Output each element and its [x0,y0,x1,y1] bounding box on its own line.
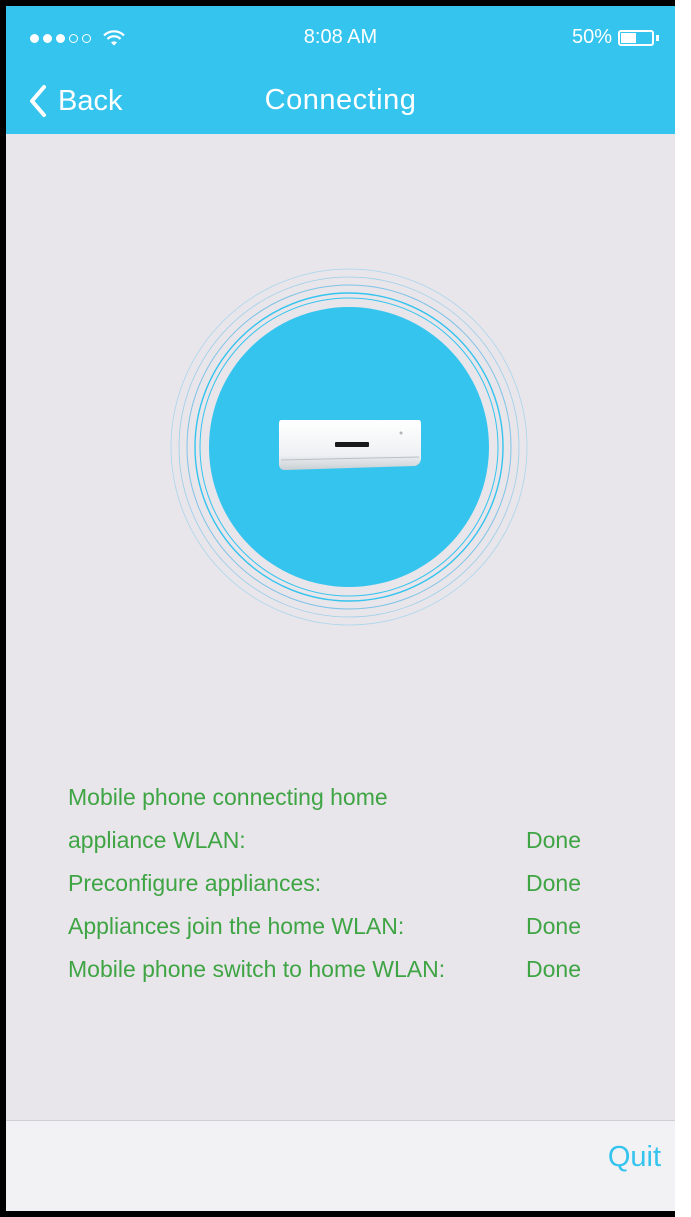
step-label: Preconfigure appliances: [68,870,322,896]
step-status: Done [526,870,581,896]
step-row: Preconfigure appliances: Done [68,862,608,905]
page-title: Connecting [264,84,417,116]
step-status: Done [526,956,581,982]
battery-icon [618,29,654,46]
step-label: appliance WLAN: [68,827,246,853]
step-row: appliance WLAN: Done [68,819,608,862]
step-row: Mobile phone switch to home WLAN: Done [68,948,608,991]
step-label: Mobile phone connecting home [68,784,388,810]
battery-cap [656,34,659,41]
header: 8:08 AM 50% Back Connecting [6,6,675,134]
step-status: Done [526,913,581,939]
quit-button[interactable]: Quit [608,1141,661,1174]
status-bar: 8:08 AM 50% [6,6,675,56]
battery-indicator: 50% [572,26,659,49]
step-row: Appliances join the home WLAN: Done [68,905,608,948]
battery-fill [621,32,636,43]
battery-percent: 50% [571,26,612,48]
footer-bar: Quit [6,1120,675,1211]
phone-screen: 8:08 AM 50% Back Connecting Mobile phone… [0,0,675,1217]
air-conditioner-icon [279,420,421,470]
step-row: Mobile phone connecting home [68,776,608,819]
connection-animation [166,264,532,630]
step-status: Done [526,827,581,853]
step-label: Mobile phone switch to home WLAN: [68,956,446,982]
nav-bar: Back Connecting [6,64,675,134]
connection-steps: Mobile phone connecting home appliance W… [68,776,608,991]
step-label: Appliances join the home WLAN: [68,913,405,939]
